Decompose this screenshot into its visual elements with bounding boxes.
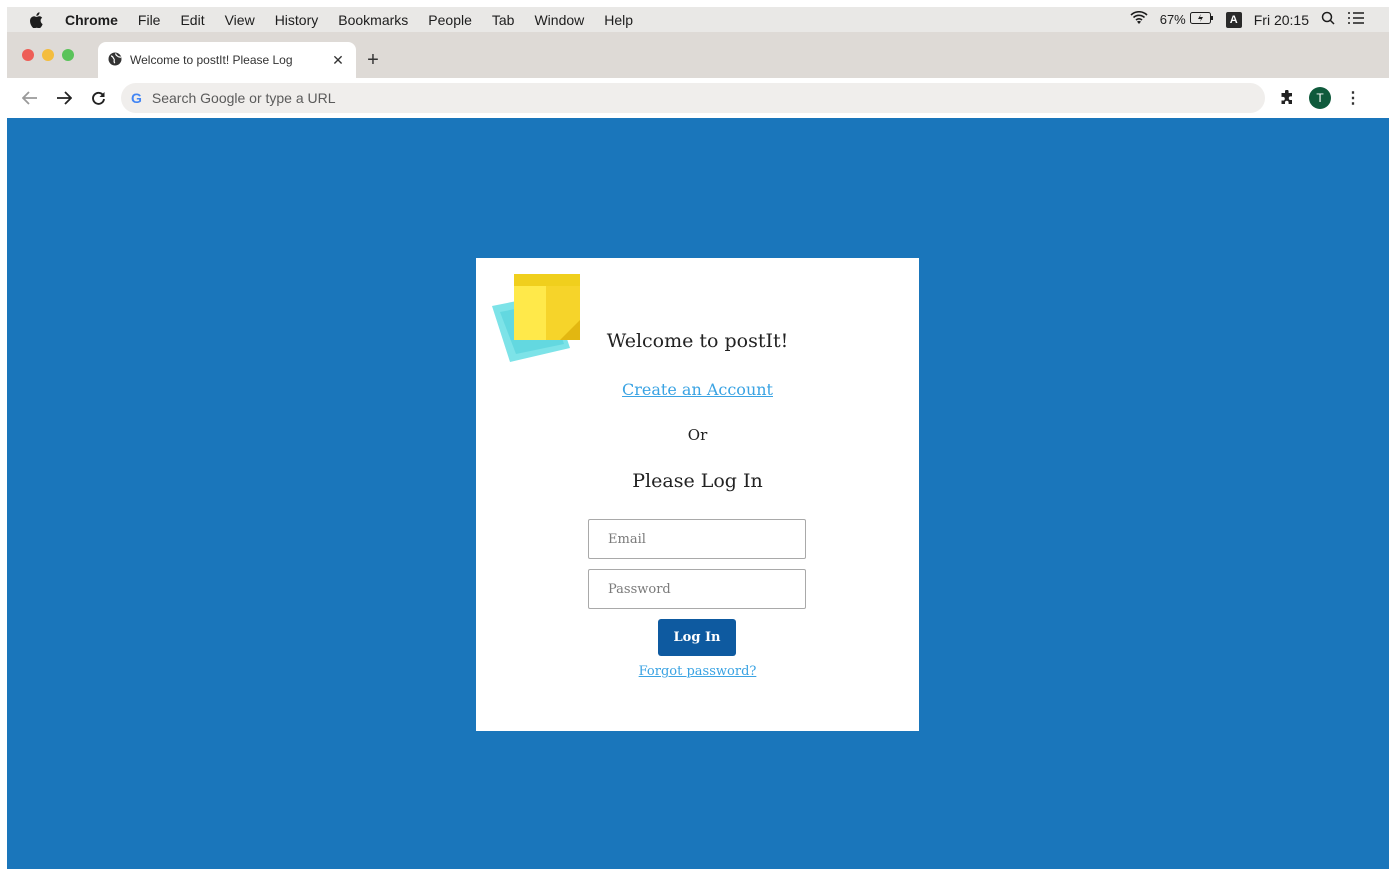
tab-title: Welcome to postIt! Please Log — [130, 53, 293, 67]
apple-icon[interactable] — [29, 11, 47, 28]
forward-icon[interactable] — [47, 91, 81, 105]
address-bar-placeholder: Search Google or type a URL — [151, 90, 336, 106]
extensions-puzzle-icon[interactable] — [1279, 90, 1295, 106]
close-window-button[interactable] — [22, 49, 34, 61]
menu-people[interactable]: People — [428, 12, 472, 28]
menu-tab[interactable]: Tab — [492, 12, 515, 28]
menu-bar-tray: 67% A Fri 20:15 — [1118, 11, 1365, 28]
login-heading: Please Log In — [632, 470, 763, 492]
forgot-password-link[interactable]: Forgot password? — [476, 664, 919, 679]
spotlight-icon[interactable] — [1321, 11, 1335, 28]
macos-menu-bar: Chrome File Edit View History Bookmarks … — [7, 7, 1389, 32]
or-separator: Or — [687, 426, 708, 444]
email-field[interactable] — [588, 519, 806, 559]
back-icon[interactable] — [13, 91, 47, 105]
tab-postit[interactable]: Welcome to postIt! Please Log ✕ — [98, 42, 356, 78]
login-card: Welcome to postIt! Create an Account Or … — [476, 258, 919, 731]
google-icon: G — [131, 90, 142, 106]
more-menu-icon[interactable]: ⋮ — [1345, 88, 1361, 108]
input-source-icon[interactable]: A — [1225, 11, 1242, 28]
postit-logo-icon — [492, 274, 580, 362]
battery-icon[interactable] — [1189, 12, 1214, 27]
menu-window[interactable]: Window — [534, 12, 584, 28]
window-controls — [22, 32, 82, 78]
close-icon[interactable]: ✕ — [330, 52, 346, 69]
password-field[interactable] — [588, 569, 806, 609]
welcome-heading: Welcome to postIt! — [606, 330, 789, 352]
reload-icon[interactable] — [81, 91, 115, 106]
menu-history[interactable]: History — [275, 12, 319, 28]
wifi-icon[interactable] — [1130, 11, 1148, 28]
tab-strip: Welcome to postIt! Please Log ✕ + — [7, 32, 1389, 78]
maximize-window-button[interactable] — [62, 49, 74, 61]
clock[interactable]: Fri 20:15 — [1254, 12, 1309, 28]
page-background: Welcome to postIt! Create an Account Or … — [7, 118, 1389, 869]
create-account-link[interactable]: Create an Account — [476, 380, 919, 399]
menu-help[interactable]: Help — [604, 12, 633, 28]
menu-bookmarks[interactable]: Bookmarks — [338, 12, 408, 28]
profile-avatar[interactable]: T — [1309, 87, 1331, 109]
address-bar[interactable]: G Search Google or type a URL — [121, 83, 1265, 113]
menu-chrome[interactable]: Chrome — [65, 12, 118, 28]
menu-view[interactable]: View — [225, 12, 255, 28]
menu-edit[interactable]: Edit — [180, 12, 204, 28]
battery-percent: 67% — [1159, 12, 1186, 27]
browser-toolbar: G Search Google or type a URL T ⋮ — [7, 78, 1389, 118]
minimize-window-button[interactable] — [42, 49, 54, 61]
login-button[interactable]: Log In — [658, 619, 736, 656]
menu-file[interactable]: File — [138, 12, 161, 28]
new-tab-button[interactable]: + — [356, 42, 390, 78]
globe-icon — [108, 52, 122, 69]
control-center-icon[interactable] — [1347, 11, 1365, 28]
